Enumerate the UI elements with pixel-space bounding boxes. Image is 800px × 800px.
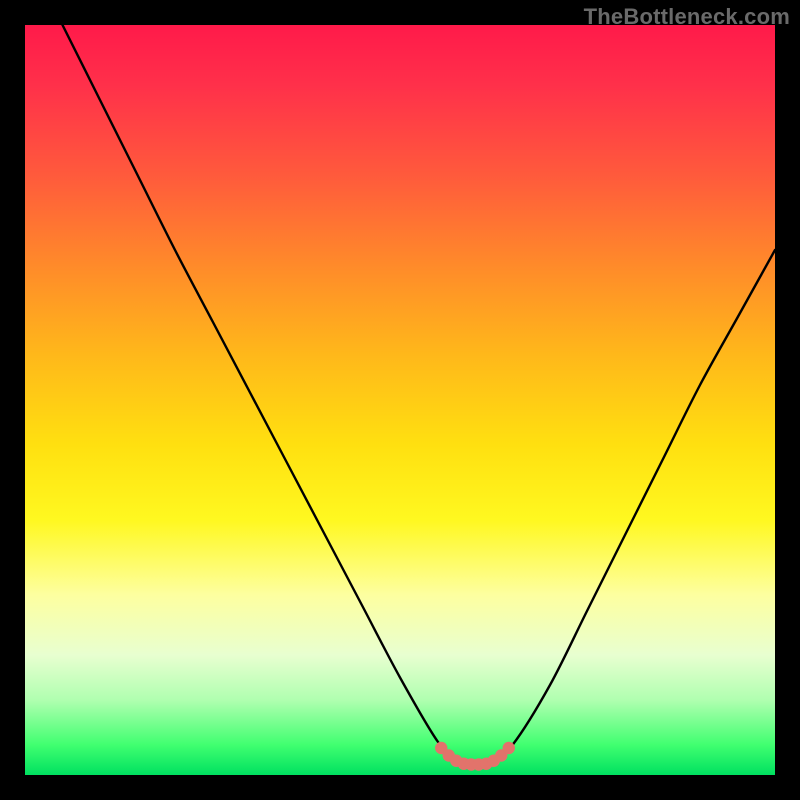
curve-layer — [25, 25, 775, 775]
trough-marker — [458, 758, 470, 770]
trough-marker — [488, 755, 500, 767]
trough-markers — [435, 742, 515, 771]
trough-marker — [443, 749, 455, 761]
trough-marker — [465, 758, 477, 770]
watermark-text: TheBottleneck.com — [584, 4, 790, 30]
chart-frame: TheBottleneck.com — [0, 0, 800, 800]
trough-marker — [503, 742, 515, 754]
trough-marker — [435, 742, 447, 754]
bottleneck-curve — [63, 25, 776, 766]
trough-marker — [480, 758, 492, 770]
trough-marker — [495, 749, 507, 761]
trough-marker — [473, 758, 485, 770]
trough-marker — [450, 755, 462, 767]
plot-area — [25, 25, 775, 775]
